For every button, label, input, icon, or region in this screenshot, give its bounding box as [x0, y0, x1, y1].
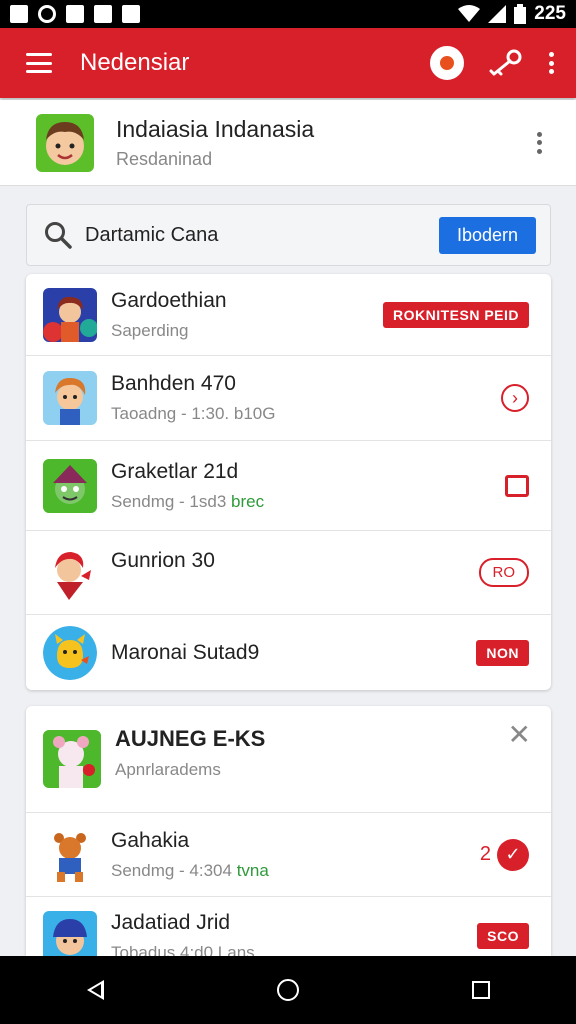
app-icon — [43, 625, 97, 680]
key-icon[interactable] — [488, 48, 524, 78]
profile-card[interactable]: Indaiasia Indanasia Resdaninad — [0, 100, 576, 186]
item-title: Maronai Sutad9 — [111, 640, 260, 664]
item-subtitle: Tobadus 4:d0 Lans — [111, 943, 255, 956]
item-subtitle: Sendmg - 1sd3 — [111, 491, 227, 511]
item-subtitle: Apnrlaradems — [115, 760, 221, 779]
app-icon — [43, 545, 97, 600]
app-icon — [43, 827, 97, 882]
search-input[interactable]: Dartamic Cana — [85, 224, 218, 247]
check-icon[interactable]: ✓ — [497, 838, 529, 871]
notification-badge-icon[interactable] — [430, 46, 464, 80]
item-subtitle: Sendmg - 4:304 — [111, 860, 232, 880]
close-icon[interactable]: ✕ — [508, 718, 531, 751]
app-list: Gardoethian Saperding ROKNITESN PEID Ban… — [26, 274, 551, 690]
app-title: Nedensiar — [80, 49, 190, 76]
more-vert-icon[interactable] — [548, 52, 554, 74]
action-badge[interactable]: NON — [476, 639, 529, 666]
notification-app-icon — [10, 5, 28, 23]
square-toggle-icon[interactable] — [505, 474, 529, 497]
item-title: Banhden 470 — [111, 372, 236, 395]
item-title: Graketlar 21d — [111, 459, 239, 483]
notification-ring-icon — [38, 5, 56, 23]
featured-list: AUJNEG E-KS Apnrlaradems ✕ Gahakia Sendm… — [26, 706, 551, 956]
list-item[interactable]: Gunrion 30 RO — [26, 531, 551, 615]
item-title: AUJNEG E-KS — [115, 726, 266, 751]
notification-icons — [10, 5, 140, 23]
list-item[interactable]: Banhden 470 Taoadng - 1:30. b10G › — [26, 356, 551, 441]
action-badge[interactable]: SCO — [477, 923, 529, 949]
clock: 225 — [534, 3, 566, 24]
item-title: Gunrion 30 — [111, 549, 215, 572]
list-item[interactable]: Gahakia Sendmg - 4:304 tvna 2 ✓ — [26, 813, 551, 897]
battery-icon — [514, 4, 527, 24]
notification-x-icon — [66, 5, 84, 23]
item-subtitle: Saperding — [111, 320, 189, 340]
signal-icon — [488, 5, 507, 23]
profile-subtitle: Resdaninad — [116, 148, 213, 169]
item-status: tvna — [236, 860, 269, 880]
action-badge[interactable]: ROKNITESN PEID — [382, 301, 529, 328]
profile-name: Indaiasia Indanasia — [116, 115, 315, 142]
item-status: brec — [231, 491, 265, 511]
recents-icon[interactable] — [471, 981, 490, 999]
list-item[interactable]: Graketlar 21d Sendmg - 1sd3 brec — [26, 441, 551, 531]
chevron-right-icon[interactable]: › — [501, 384, 529, 412]
wifi-icon — [458, 5, 481, 22]
action-badge[interactable]: RO — [478, 558, 529, 587]
app-icon — [43, 371, 97, 425]
profile-more-icon[interactable] — [536, 131, 542, 154]
status-bar: 225 — [0, 0, 576, 28]
search-bar[interactable]: Dartamic Cana Ibodern — [26, 204, 551, 266]
app-icon — [43, 911, 97, 956]
item-title: Gahakia — [111, 828, 190, 852]
avatar — [36, 113, 94, 172]
app-bar: Nedensiar — [0, 28, 576, 98]
list-item[interactable]: Maronai Sutad9 NON — [26, 615, 551, 690]
app-icon — [43, 287, 97, 342]
item-title: Gardoethian — [111, 288, 227, 312]
app-icon — [43, 458, 97, 513]
notification-image-icon — [122, 5, 140, 23]
search-icon — [45, 222, 72, 249]
hamburger-menu-icon[interactable] — [26, 53, 52, 73]
search-button[interactable]: Ibodern — [438, 216, 536, 254]
item-count: 2 — [479, 843, 491, 865]
item-subtitle: Taoadng - 1:30. b10G — [111, 404, 276, 423]
list-item[interactable]: Jadatiad Jrid Tobadus 4:d0 Lans SCO — [26, 897, 551, 956]
item-title: Jadatiad Jrid — [111, 911, 231, 934]
home-icon[interactable] — [276, 979, 299, 1001]
list-item[interactable]: AUJNEG E-KS Apnrlaradems ✕ — [26, 706, 551, 813]
app-icon — [43, 730, 101, 788]
navigation-bar — [0, 956, 576, 1024]
notification-grid-icon — [94, 5, 112, 23]
list-item[interactable]: Gardoethian Saperding ROKNITESN PEID — [26, 274, 551, 356]
back-icon[interactable] — [86, 980, 104, 1000]
